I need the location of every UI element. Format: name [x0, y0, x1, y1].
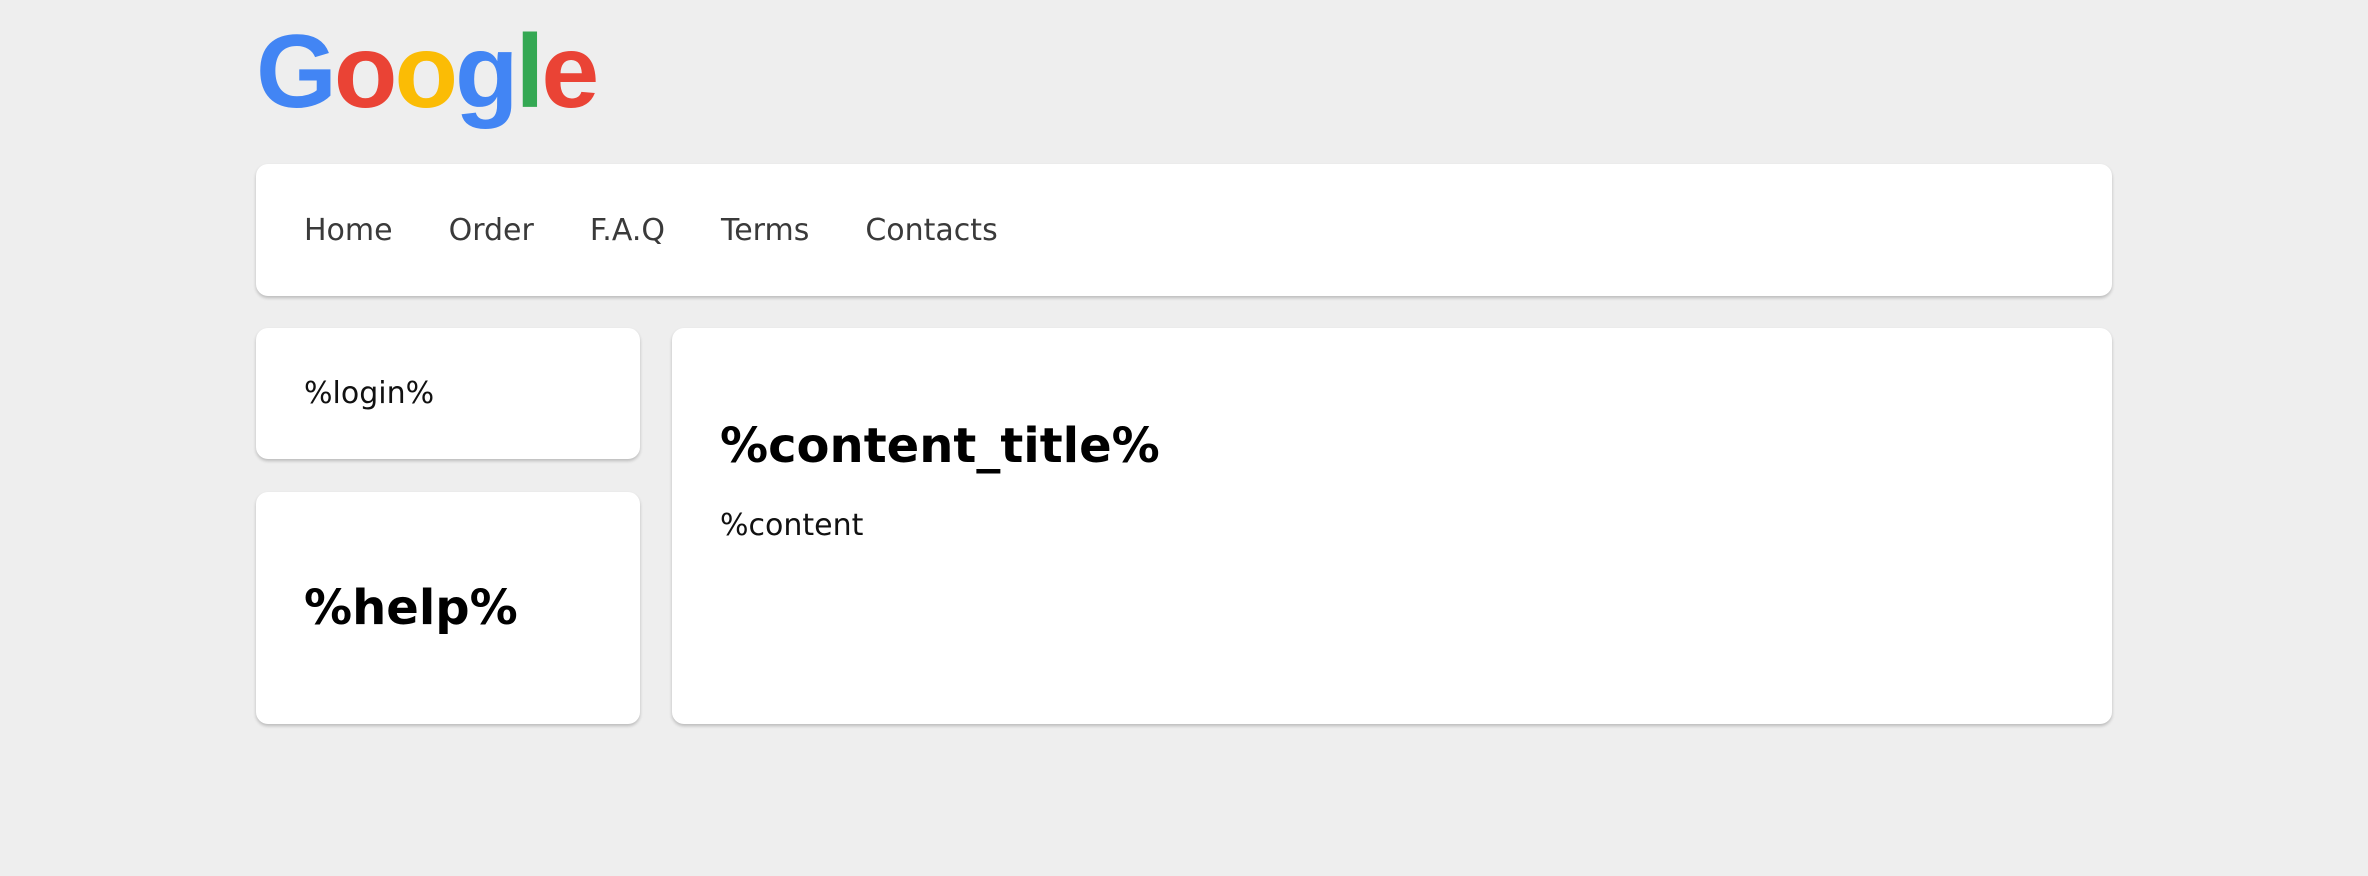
content-panel: %content_title% %content: [672, 328, 2112, 724]
logo-letter-g: G: [256, 14, 337, 130]
login-panel: %login%: [256, 328, 640, 459]
logo-letter-o1: o: [333, 14, 398, 130]
logo-letter-g2: g: [454, 14, 519, 130]
logo-letter-e: e: [541, 14, 599, 130]
content-body: %content: [720, 508, 864, 543]
nav-item-order[interactable]: Order: [449, 213, 534, 248]
nav-item-home[interactable]: Home: [304, 213, 393, 248]
main-navigation: Home Order F.A.Q Terms Contacts: [256, 164, 2112, 296]
logo-letter-o2: o: [394, 14, 458, 130]
help-title: %help%: [304, 580, 518, 636]
content-title: %content_title%: [720, 418, 1160, 474]
nav-item-faq[interactable]: F.A.Q: [590, 213, 665, 248]
help-panel: %help%: [256, 492, 640, 724]
logo-letter-l: l: [515, 14, 545, 130]
login-placeholder: %login%: [304, 376, 435, 411]
google-logo[interactable]: G o o g l e: [256, 14, 599, 140]
nav-item-contacts[interactable]: Contacts: [865, 213, 997, 248]
nav-item-terms[interactable]: Terms: [721, 213, 809, 248]
